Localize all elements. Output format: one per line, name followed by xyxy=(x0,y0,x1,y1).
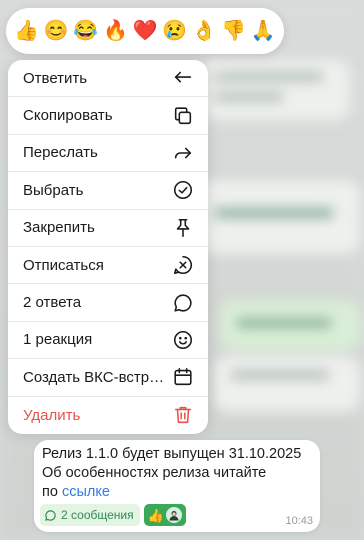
menu-item-create-meeting[interactable]: Создать ВКС-встречу xyxy=(8,359,208,397)
select-check-icon xyxy=(172,179,194,201)
thread-replies-chip[interactable]: 2 сообщения xyxy=(40,504,140,526)
menu-item-delete[interactable]: Удалить xyxy=(8,397,208,434)
menu-item-label: 2 ответа xyxy=(23,294,82,312)
menu-item-label: Выбрать xyxy=(23,181,84,199)
message-line: Об особенностях релиза читайте xyxy=(42,465,267,481)
forward-icon xyxy=(172,142,194,164)
context-menu: Ответить Скопировать Переслать Выбрать З… xyxy=(8,60,208,434)
reaction-smiling-face-icon[interactable]: 😊 xyxy=(42,21,70,41)
reaction-red-heart-icon[interactable]: ❤️ xyxy=(131,21,159,41)
menu-item-copy[interactable]: Скопировать xyxy=(8,97,208,135)
pin-icon xyxy=(172,217,194,239)
menu-item-label: Отписаться xyxy=(23,256,104,274)
menu-item-label: 1 реакция xyxy=(23,331,93,349)
message-footer: 2 сообщения 👍 xyxy=(40,504,186,526)
chat-bubble-icon xyxy=(172,292,194,314)
menu-item-label: Закрепить xyxy=(23,219,95,237)
menu-item-reply[interactable]: Ответить xyxy=(8,60,208,98)
reaction-thumbs-down-icon[interactable]: 👎 xyxy=(220,21,248,41)
menu-item-label: Переслать xyxy=(23,144,98,162)
reactor-avatar xyxy=(165,507,182,523)
reaction-folded-hands-icon[interactable]: 🙏 xyxy=(249,21,277,41)
reaction-bar: 👍 😊 😂 🔥 ❤️ 😢 👌 👎 🙏 xyxy=(6,8,284,54)
menu-item-label: Удалить xyxy=(23,406,81,424)
thumbs-up-icon: 👍 xyxy=(147,507,164,523)
menu-item-reactions[interactable]: 1 реакция xyxy=(8,322,208,360)
reply-icon xyxy=(172,67,194,89)
message-timestamp: 10:43 xyxy=(285,515,313,527)
reaction-tears-of-joy-icon[interactable]: 😂 xyxy=(72,21,100,41)
menu-item-label: Создать ВКС-встречу xyxy=(23,368,168,386)
menu-item-replies[interactable]: 2 ответа xyxy=(8,284,208,322)
menu-item-pin[interactable]: Закрепить xyxy=(8,210,208,247)
smiley-icon xyxy=(172,329,194,351)
copy-icon xyxy=(172,105,194,127)
menu-item-select[interactable]: Выбрать xyxy=(8,172,208,210)
message-text: Релиз 1.1.0 будет выпущен 31.10.2025 Об … xyxy=(42,445,312,502)
menu-item-label: Скопировать xyxy=(23,107,113,125)
message-reaction-chip[interactable]: 👍 xyxy=(143,504,186,526)
menu-item-label: Ответить xyxy=(23,69,88,87)
reaction-fire-icon[interactable]: 🔥 xyxy=(101,21,129,41)
reaction-crying-face-icon[interactable]: 😢 xyxy=(161,21,189,41)
unsubscribe-icon xyxy=(172,254,194,276)
calendar-icon xyxy=(172,366,194,388)
message-line: Релиз 1.1.0 будет выпущен 31.10.2025 xyxy=(42,446,302,462)
reaction-thumbs-up-icon[interactable]: 👍 xyxy=(13,21,41,41)
thread-replies-label: 2 сообщения xyxy=(61,508,134,522)
thread-bubble-icon xyxy=(45,509,56,521)
trash-icon xyxy=(172,404,194,426)
message-link[interactable]: ссылке xyxy=(62,484,110,500)
menu-item-unsubscribe[interactable]: Отписаться xyxy=(8,247,208,285)
message-line-prefix: по xyxy=(42,484,58,500)
message-line: по ссылке xyxy=(42,483,312,502)
message-bubble[interactable]: Релиз 1.1.0 будет выпущен 31.10.2025 Об … xyxy=(34,440,320,532)
reaction-ok-hand-icon[interactable]: 👌 xyxy=(190,21,218,41)
menu-item-forward[interactable]: Переслать xyxy=(8,135,208,173)
